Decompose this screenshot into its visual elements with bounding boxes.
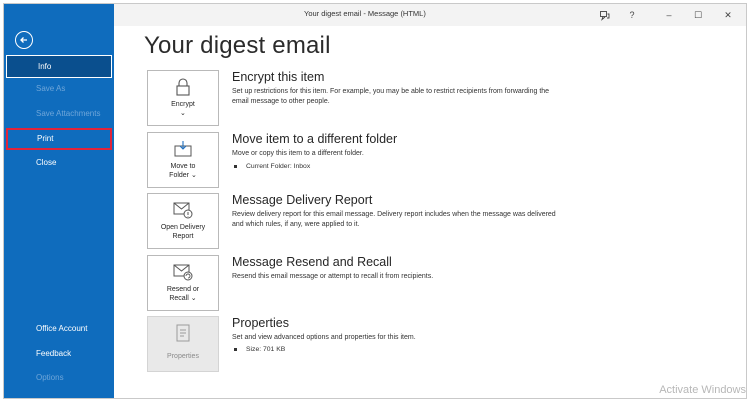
current-folder-text: Current Folder: Inbox <box>246 163 311 170</box>
lock-icon <box>172 76 194 98</box>
size-info: Size: 701 KB <box>234 346 285 353</box>
delivery-report-heading: Message Delivery Report <box>232 193 373 207</box>
size-text: Size: 701 KB <box>246 346 286 353</box>
encrypt-label: Encrypt ⌄ <box>171 101 195 117</box>
open-delivery-report-button[interactable]: Open Delivery Report <box>147 193 219 249</box>
outlook-backstage-window: Info Save As Save Attachments Print Clos… <box>3 3 747 399</box>
move-heading: Move item to a different folder <box>232 132 398 146</box>
move-to-folder-button[interactable]: Move to Folder ⌄ <box>147 132 219 188</box>
sidebar-item-office-account[interactable]: Office Account <box>6 318 112 340</box>
encrypt-description: Set up restrictions for this item. For e… <box>232 88 550 105</box>
move-to-folder-label: Move to Folder ⌄ <box>169 163 197 179</box>
info-pane: Your digest email Encrypt ⌄ Encrypt this… <box>114 26 746 398</box>
page-title: Your digest email <box>144 32 331 59</box>
activate-windows-watermark: Activate Windows <box>659 384 746 396</box>
open-delivery-report-label: Open Delivery Report <box>160 224 206 240</box>
move-folder-section: Move to Folder ⌄ Move item to a differen… <box>147 132 567 188</box>
properties-button[interactable]: Properties <box>147 316 219 372</box>
backstage-sidebar: Info Save As Save Attachments Print Clos… <box>4 4 114 398</box>
title-bar: Your digest email - Message (HTML) ? – ☐… <box>114 4 746 26</box>
sidebar-item-save-as[interactable]: Save As <box>6 78 112 100</box>
properties-heading: Properties <box>232 316 289 330</box>
resend-recall-heading: Message Resend and Recall <box>232 255 392 269</box>
properties-label: Properties <box>167 353 199 360</box>
encrypt-button[interactable]: Encrypt ⌄ <box>147 70 219 126</box>
close-window-button[interactable]: ✕ <box>720 7 736 23</box>
resend-or-recall-button[interactable]: Resend or Recall ⌄ <box>147 255 219 311</box>
encrypt-section: Encrypt ⌄ Encrypt this item Set up restr… <box>147 70 567 126</box>
resend-recall-section: Resend or Recall ⌄ Message Resend and Re… <box>147 255 567 311</box>
current-folder-info: Current Folder: Inbox <box>234 163 310 170</box>
properties-description: Set and view advanced options and proper… <box>232 334 416 341</box>
coauthoring-icon[interactable] <box>596 7 612 23</box>
window-title: Your digest email - Message (HTML) <box>304 9 426 18</box>
properties-icon <box>172 322 194 344</box>
sidebar-item-feedback[interactable]: Feedback <box>6 343 112 365</box>
resend-or-recall-label: Resend or Recall ⌄ <box>166 286 200 302</box>
envelope-report-icon <box>172 199 194 221</box>
minimize-button[interactable]: – <box>661 7 677 23</box>
back-arrow-icon[interactable] <box>15 31 33 49</box>
resend-recall-description: Resend this email message or attempt to … <box>232 273 434 280</box>
move-description: Move or copy this item to a different fo… <box>232 150 364 157</box>
encrypt-heading: Encrypt this item <box>232 70 325 84</box>
move-folder-icon <box>172 138 194 160</box>
sidebar-item-options[interactable]: Options <box>6 367 112 389</box>
help-icon[interactable]: ? <box>624 7 640 23</box>
delivery-report-section: Open Delivery Report Message Delivery Re… <box>147 193 567 249</box>
sidebar-item-close[interactable]: Close <box>6 152 112 174</box>
restore-button[interactable]: ☐ <box>690 7 706 23</box>
sidebar-item-save-attachments[interactable]: Save Attachments <box>6 103 112 125</box>
delivery-report-description: Review delivery report for this email me… <box>232 211 556 228</box>
sidebar-item-print[interactable]: Print <box>6 128 112 150</box>
envelope-resend-icon <box>172 261 194 283</box>
properties-section: Properties Properties Set and view advan… <box>147 316 567 372</box>
sidebar-item-info[interactable]: Info <box>6 55 112 78</box>
